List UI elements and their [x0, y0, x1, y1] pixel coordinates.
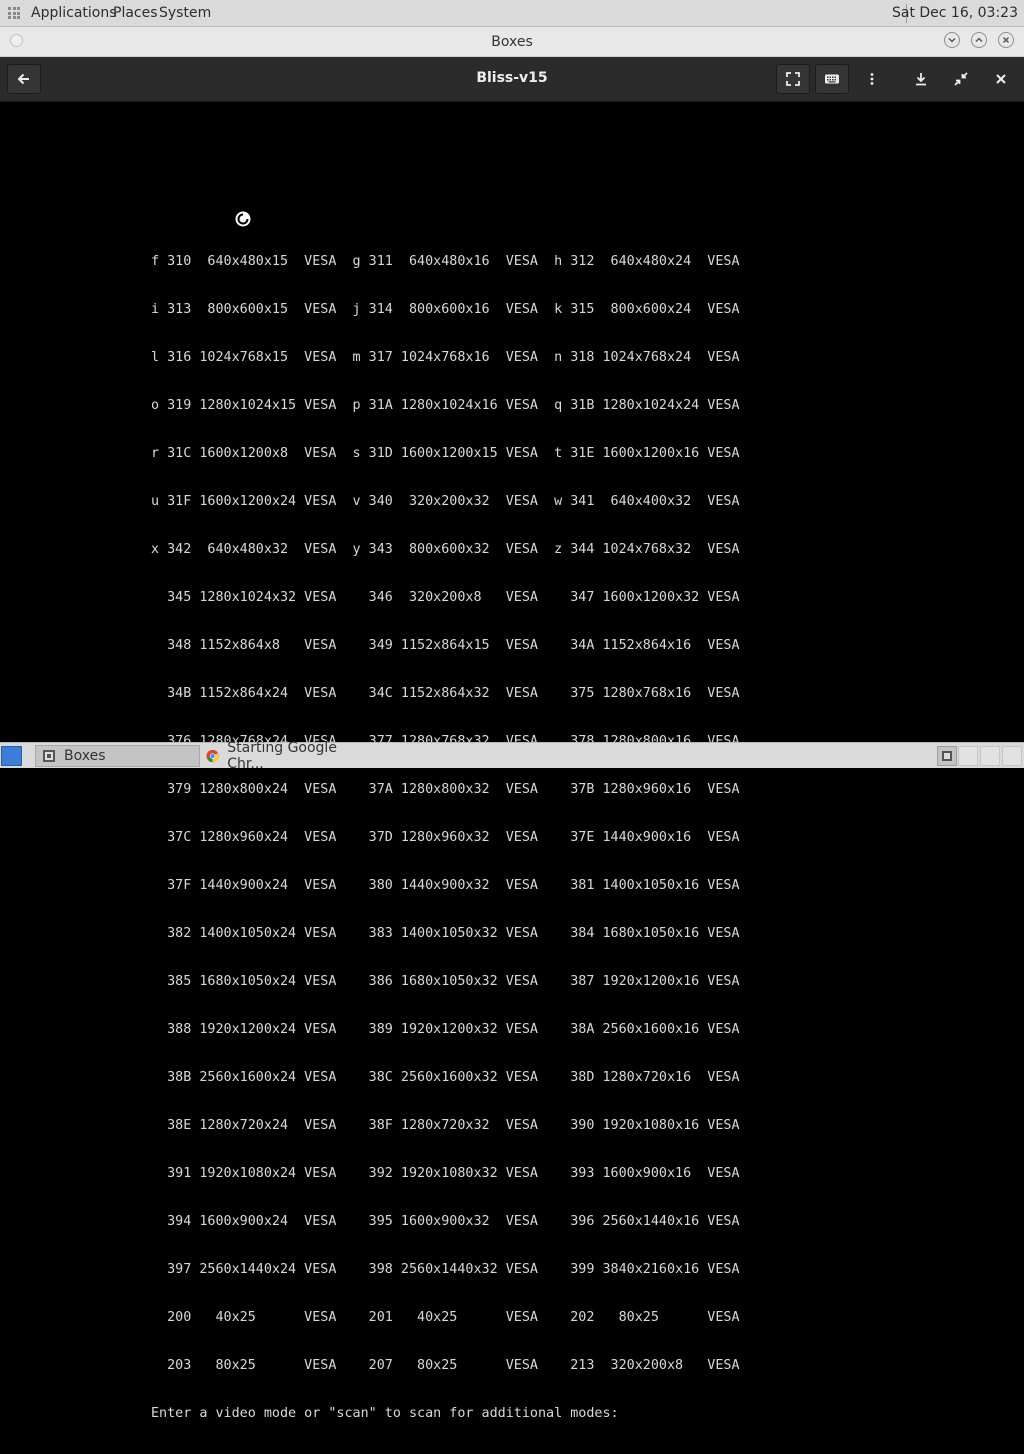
console-prompt: Enter a video mode or "scan" to scan for…	[151, 1406, 619, 1421]
busy-cursor-icon	[234, 210, 252, 228]
workspace-3[interactable]	[980, 746, 1000, 766]
console-line: u 31F 1600x1200x24 VESA v 340 320x200x32…	[151, 494, 740, 509]
boxes-app-icon	[43, 750, 55, 762]
download-button[interactable]	[904, 64, 938, 94]
close-icon	[996, 74, 1006, 84]
console-line: 38E 1280x720x24 VESA 38F 1280x720x32 VES…	[151, 1118, 740, 1133]
window-close-button[interactable]	[998, 32, 1014, 48]
workspace-4[interactable]	[1002, 746, 1022, 766]
console-line: l 316 1024x768x15 VESA m 317 1024x768x16…	[151, 350, 740, 365]
menu-button[interactable]	[855, 64, 889, 94]
window-titlebar[interactable]: Boxes	[0, 27, 1024, 57]
console-line: 348 1152x864x8 VESA 349 1152x864x15 VESA…	[151, 638, 740, 653]
vm-console-display[interactable]: f 310 640x480x15 VESA g 311 640x480x16 V…	[0, 102, 1024, 1421]
console-line: 203 80x25 VESA 207 80x25 VESA 213 320x20…	[151, 1358, 740, 1373]
console-line: 394 1600x900x24 VESA 395 1600x900x32 VES…	[151, 1214, 740, 1229]
console-line: 388 1920x1200x24 VESA 389 1920x1200x32 V…	[151, 1022, 740, 1037]
console-line: 37C 1280x960x24 VESA 37D 1280x960x32 VES…	[151, 830, 740, 845]
maximize-button[interactable]	[971, 32, 987, 48]
applications-grid-icon[interactable]	[8, 7, 20, 19]
system-menu[interactable]: System	[159, 5, 211, 21]
console-line: 38B 2560x1600x24 VESA 38C 2560x1600x32 V…	[151, 1070, 740, 1085]
console-text: f 310 640x480x15 VESA g 311 640x480x16 V…	[151, 222, 740, 1454]
taskbar-item-boxes[interactable]: Boxes	[35, 745, 200, 767]
shrink-button[interactable]	[944, 64, 978, 94]
kebab-menu-icon	[870, 73, 874, 85]
fullscreen-button[interactable]	[776, 64, 810, 94]
download-icon	[916, 73, 926, 86]
bottom-taskbar: Boxes Starting Google Chr...	[0, 740, 1024, 772]
app-headerbar: Bliss-v15	[0, 57, 1024, 102]
console-line: o 319 1280x1024x15 VESA p 31A 1280x1024x…	[151, 398, 740, 413]
boxes-app-icon	[942, 751, 952, 761]
console-line: r 31C 1600x1200x8 VESA s 31D 1600x1200x1…	[151, 446, 740, 461]
places-menu[interactable]: Places	[113, 5, 158, 21]
chevron-down-icon	[948, 37, 956, 43]
console-line: 385 1680x1050x24 VESA 386 1680x1050x32 V…	[151, 974, 740, 989]
console-line: 34B 1152x864x24 VESA 34C 1152x864x32 VES…	[151, 686, 740, 701]
console-line: x 342 640x480x32 VESA y 343 800x600x32 V…	[151, 542, 740, 557]
console-line: 200 40x25 VESA 201 40x25 VESA 202 80x25 …	[151, 1310, 740, 1325]
top-panel: Applications Places System Sat Dec 16, 0…	[0, 0, 1024, 27]
show-desktop-button[interactable]	[1, 746, 22, 766]
keyboard-icon	[825, 74, 839, 84]
keyboard-button[interactable]	[815, 64, 849, 94]
workspace-switcher-active[interactable]	[937, 746, 957, 766]
close-icon	[1002, 36, 1010, 44]
close-vm-button[interactable]	[984, 64, 1018, 94]
minimize-button[interactable]	[944, 32, 960, 48]
taskbar-item-label: Boxes	[64, 748, 106, 764]
console-line: 37F 1440x900x24 VESA 380 1440x900x32 VES…	[151, 878, 740, 893]
console-line: i 313 800x600x15 VESA j 314 800x600x16 V…	[151, 302, 740, 317]
window-title: Boxes	[491, 34, 533, 50]
applications-menu[interactable]: Applications	[31, 5, 117, 21]
chrome-icon	[206, 749, 219, 763]
console-line: 382 1400x1050x24 VESA 383 1400x1050x32 V…	[151, 926, 740, 941]
taskbar-item-label: Starting Google Chr...	[227, 740, 337, 772]
taskbar-item-chrome[interactable]: Starting Google Chr...	[200, 740, 370, 772]
shrink-icon	[954, 72, 968, 86]
console-line: 397 2560x1440x24 VESA 398 2560x1440x32 V…	[151, 1262, 740, 1277]
chevron-up-icon	[975, 37, 983, 43]
console-line: f 310 640x480x15 VESA g 311 640x480x16 V…	[151, 254, 740, 269]
workspace-2[interactable]	[958, 746, 978, 766]
clock[interactable]: Sat Dec 16, 03:23	[892, 5, 1018, 21]
fullscreen-icon	[786, 72, 800, 86]
console-line: 391 1920x1080x24 VESA 392 1920x1080x32 V…	[151, 1166, 740, 1181]
console-line: 345 1280x1024x32 VESA 346 320x200x8 VESA…	[151, 590, 740, 605]
console-line: 379 1280x800x24 VESA 37A 1280x800x32 VES…	[151, 782, 740, 797]
